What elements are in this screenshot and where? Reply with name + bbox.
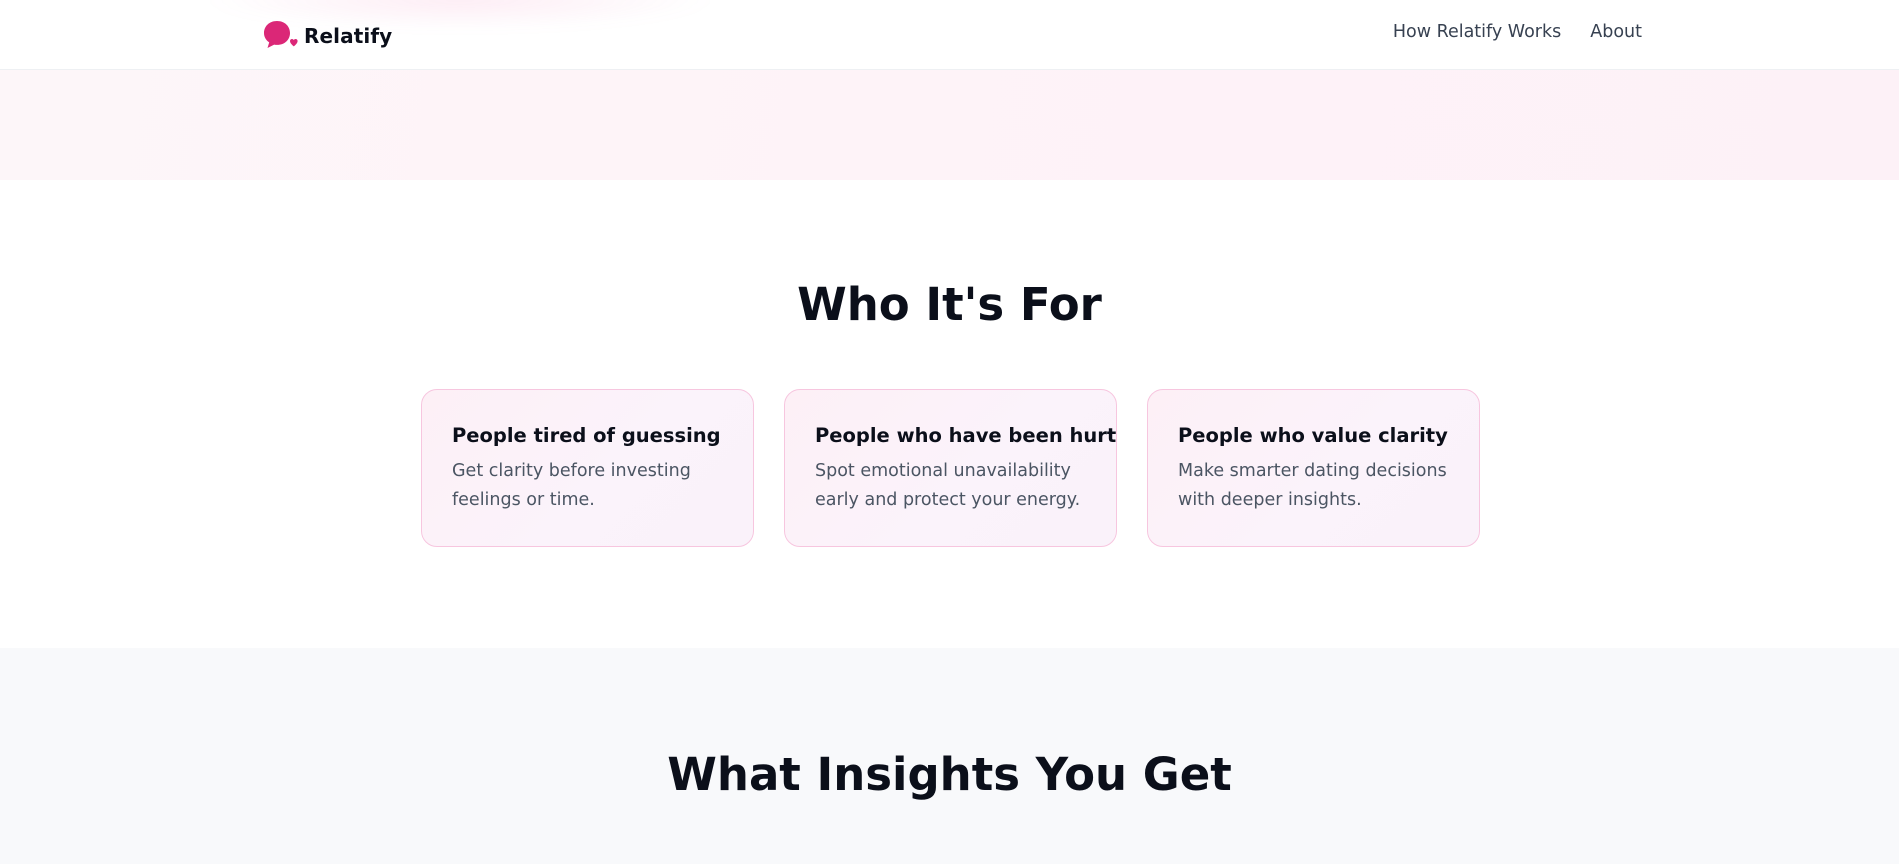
audience-cards: People tired of guessing Get clarity bef… (421, 389, 1480, 547)
card-title: People tired of guessing (452, 424, 721, 447)
card-description: Make smarter dating decisions with deepe… (1178, 461, 1447, 510)
main-nav: How Relatify Works About (1393, 22, 1642, 42)
hero-section-bottom (0, 70, 1899, 180)
who-its-for-heading: Who It's For (797, 278, 1102, 331)
card-description: Get clarity before investing feelings or… (452, 461, 691, 510)
brand-logo-link[interactable]: Relatify (262, 20, 392, 52)
card-title: People who value clarity (1178, 424, 1448, 447)
audience-card: People tired of guessing Get clarity bef… (421, 389, 754, 547)
audience-card: People who have been hurt Spot emotional… (784, 389, 1117, 547)
chat-heart-icon (264, 21, 298, 48)
nav-link-about[interactable]: About (1590, 22, 1642, 42)
insights-heading: What Insights You Get (667, 748, 1232, 801)
brand-name: Relatify (304, 24, 393, 48)
nav-link-how-relatify-works[interactable]: How Relatify Works (1393, 22, 1561, 42)
site-header: Relatify How Relatify Works About (0, 0, 1899, 70)
card-description: Spot emotional unavailability early and … (815, 461, 1081, 510)
audience-card: People who value clarity Make smarter da… (1147, 389, 1480, 547)
page: Relatify How Relatify Works About Who It… (0, 0, 1899, 864)
card-title: People who have been hurt (815, 424, 1117, 447)
